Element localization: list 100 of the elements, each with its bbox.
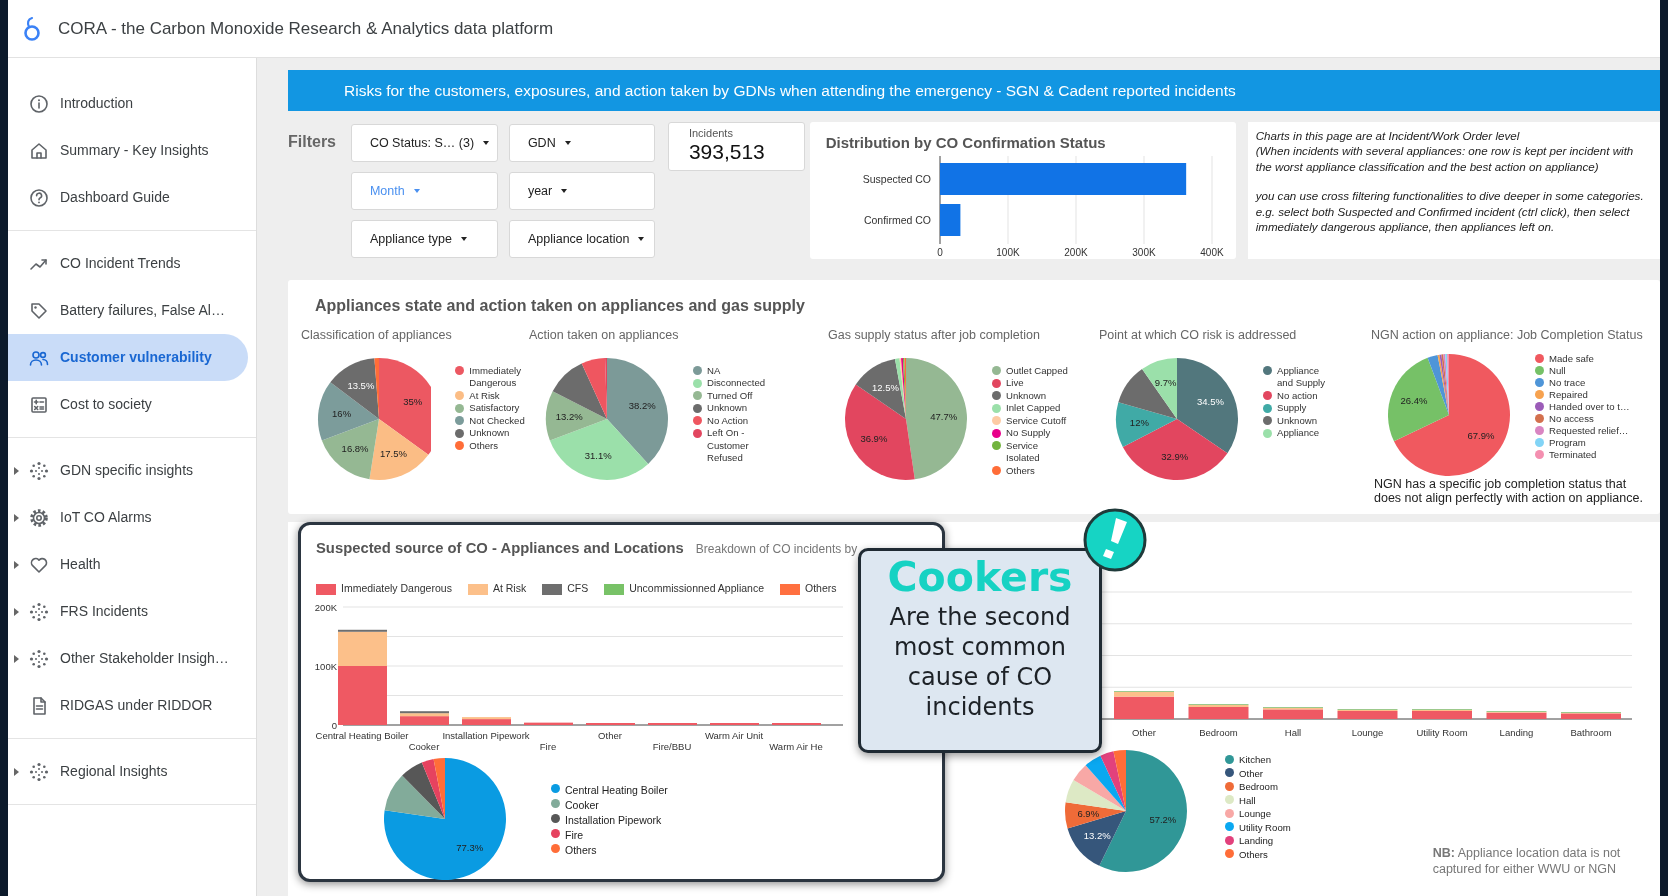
legend-label: Other bbox=[1239, 766, 1263, 780]
bar bbox=[1561, 712, 1621, 719]
axis-label: 200K bbox=[314, 601, 337, 613]
data-label: 32.9% bbox=[1161, 451, 1189, 462]
dots-icon bbox=[29, 648, 49, 669]
sidebar-item[interactable]: RIDGAS under RIDDOR bbox=[8, 682, 248, 729]
bar bbox=[1188, 704, 1249, 719]
bar-segment bbox=[648, 722, 697, 725]
legend-label: Terminated bbox=[1549, 448, 1597, 461]
sidebar-item[interactable]: Other Stakeholder Insigh… bbox=[8, 635, 248, 682]
legend-label: CFS bbox=[567, 581, 589, 597]
data-label: 13.2% bbox=[555, 411, 583, 423]
legend-label: Unknown bbox=[1006, 389, 1046, 403]
dropdown[interactable]: year bbox=[508, 172, 655, 210]
sidebar-item[interactable]: Customer vulnerability bbox=[8, 334, 248, 381]
sidebar-item[interactable]: Cost to society bbox=[8, 381, 248, 428]
category-label: Utility Room bbox=[1416, 727, 1468, 738]
legend-label: Outlet Capped bbox=[1006, 364, 1068, 378]
dropdown[interactable]: GDN bbox=[508, 124, 655, 162]
sidebar-item[interactable]: Battery failures, False Al… bbox=[8, 287, 248, 334]
category-label: Confirmed CO bbox=[863, 214, 931, 226]
legend-label: Others bbox=[1006, 464, 1035, 478]
data-label: 17.5% bbox=[380, 448, 407, 460]
sidebar-item[interactable]: Summary - Key Insights bbox=[8, 127, 248, 174]
caret-icon bbox=[483, 141, 490, 145]
sidebar-item[interactable]: Dashboard Guide bbox=[8, 174, 248, 221]
legend-label: Satisfactory bbox=[469, 402, 520, 415]
section-title: Appliances state and action taken on appliances and gas supply bbox=[314, 296, 806, 316]
legend-label: Kitchen bbox=[1239, 753, 1271, 767]
data-label: 35% bbox=[403, 396, 423, 408]
sidebar-item[interactable]: Health bbox=[8, 541, 248, 588]
data-label: 16% bbox=[332, 407, 352, 419]
legend-label: Left On - Customer Refused bbox=[707, 427, 750, 465]
legend-label: Requested relief… bbox=[1549, 424, 1629, 437]
data-label: 12% bbox=[1129, 417, 1149, 429]
bar bbox=[939, 204, 961, 236]
note-text: NGN has a specific job completion status that does not align perfectly with action on appliance. bbox=[1374, 476, 1644, 506]
category-label: Fire/BBU bbox=[652, 740, 692, 752]
bar bbox=[1486, 711, 1547, 719]
category-label: Installation Pipework bbox=[442, 729, 530, 741]
bar bbox=[1263, 707, 1323, 719]
banner: Risks for the customers, exposures, and action taken by GDNs when attending the emergency - SGN & Cadent reported incidents bbox=[288, 70, 1660, 111]
category-label: Fire bbox=[539, 740, 557, 752]
category-label: Landing bbox=[1499, 727, 1534, 738]
legend-label: Cooker bbox=[565, 797, 599, 813]
dropdown[interactable]: Appliance type bbox=[350, 220, 498, 258]
legend-label: No trace bbox=[1549, 376, 1586, 389]
legend-label: Others bbox=[565, 842, 597, 858]
category-label: Warm Air He bbox=[769, 740, 823, 752]
legend-label: Live bbox=[1006, 377, 1024, 390]
legend-label: No Supply bbox=[1006, 427, 1051, 440]
help-icon bbox=[29, 187, 49, 208]
chart-title: Distribution by CO Confirmation Status bbox=[824, 133, 1107, 152]
data-label: 47.7% bbox=[930, 410, 958, 422]
axis-label: 0 bbox=[936, 247, 943, 258]
legend-label: Uncommissionned Appliance bbox=[629, 581, 764, 597]
sidebar-item[interactable]: Introduction bbox=[8, 80, 248, 127]
bar-segment bbox=[586, 722, 635, 725]
dots-icon bbox=[29, 460, 49, 481]
caret-icon bbox=[564, 141, 571, 145]
data-label: 26.4% bbox=[1400, 395, 1428, 407]
dropdown[interactable]: Appliance location bbox=[508, 220, 655, 258]
dropdown[interactable]: CO Status: S… (3) bbox=[350, 124, 498, 162]
data-label: 57.2% bbox=[1149, 814, 1177, 825]
sidebar-item[interactable]: IoT CO Alarms bbox=[8, 494, 248, 541]
legend-label: Landing bbox=[1239, 834, 1274, 848]
data-label: 9.7% bbox=[1154, 377, 1177, 389]
category-label: Warm Air Unit bbox=[704, 729, 764, 741]
sidebar-item[interactable]: GDN specific insights bbox=[8, 447, 248, 494]
sidebar-item[interactable]: CO Incident Trends bbox=[8, 240, 248, 287]
dots-icon bbox=[29, 601, 49, 622]
legend-label: Disconnected bbox=[707, 377, 766, 390]
legend-label: Others bbox=[469, 439, 499, 453]
dots-icon bbox=[29, 761, 49, 782]
note-text: NB: Appliance location data is not captured for either WWU or NGN bbox=[1432, 845, 1622, 878]
info-icon bbox=[29, 93, 49, 114]
chart-title: Action taken on appliances bbox=[529, 327, 680, 344]
legend-label: Not Checked bbox=[469, 414, 525, 428]
legend-label: No Action bbox=[707, 414, 749, 428]
tag-icon bbox=[29, 300, 49, 321]
data-label: 67.9% bbox=[1467, 429, 1495, 441]
section-title: Suspected source of CO - Appliances and Locations bbox=[316, 539, 684, 558]
chart-subtitle: Breakdown of CO incidents by bbox=[695, 541, 858, 558]
axis-label: 200K bbox=[1064, 247, 1088, 258]
legend-label: Immediately Dangerous bbox=[341, 581, 452, 597]
sidebar-item[interactable]: Regional Insights bbox=[8, 748, 248, 795]
legend-label: NA bbox=[707, 364, 721, 378]
category-label: Bathroom bbox=[1570, 727, 1612, 738]
bar-segment bbox=[772, 722, 821, 725]
legend-label: Hall bbox=[1239, 793, 1256, 807]
caret-icon bbox=[413, 189, 420, 193]
note-text: e.g. select both Suspected and Confirmed incident (ctrl click), then select immediately dangerous appliance, then appliances left on. bbox=[1255, 203, 1631, 235]
data-label: 34.5% bbox=[1196, 395, 1224, 407]
legend-label: Appliance bbox=[1277, 427, 1320, 440]
legend-label: Repaired bbox=[1549, 388, 1588, 401]
sidebar-item[interactable]: FRS Incidents bbox=[8, 588, 248, 635]
legend-label: No action bbox=[1277, 389, 1318, 403]
callout-text: Are the second most common cause of CO incidents bbox=[888, 602, 1072, 723]
legend-label: No access bbox=[1549, 412, 1594, 425]
category-label: Central Heating Boiler bbox=[315, 729, 409, 741]
